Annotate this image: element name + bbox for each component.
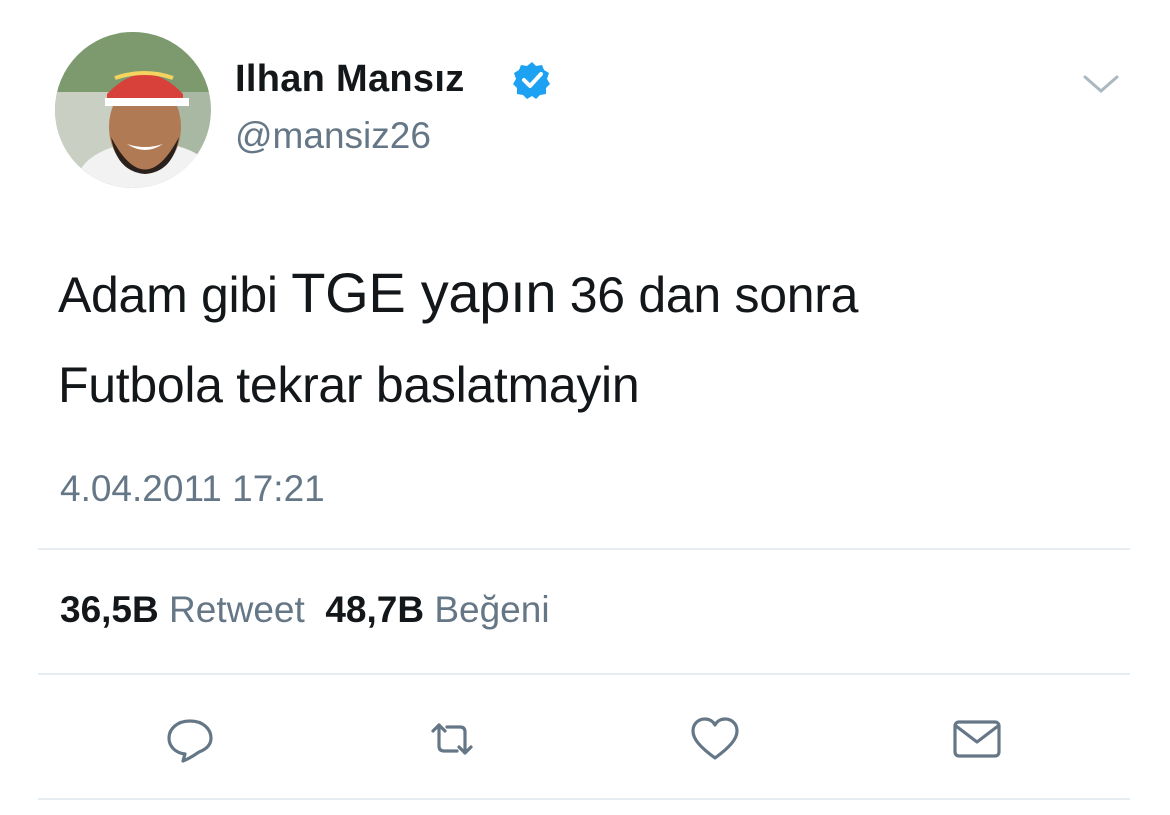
tweet-timestamp[interactable]: 4.04.2011 17:21 bbox=[60, 468, 325, 510]
divider bbox=[38, 673, 1130, 675]
like-icon[interactable] bbox=[688, 712, 742, 766]
retweet-label[interactable]: Retweet bbox=[169, 589, 305, 630]
like-count[interactable]: 48,7B bbox=[325, 589, 424, 630]
retweet-icon[interactable] bbox=[425, 712, 479, 766]
tweet-line-2: Futbola tekrar baslatmayin bbox=[58, 357, 640, 413]
divider bbox=[38, 798, 1130, 800]
verified-badge-icon bbox=[513, 62, 550, 99]
retweet-count[interactable]: 36,5B bbox=[60, 589, 159, 630]
message-icon[interactable] bbox=[950, 712, 1004, 766]
author-name[interactable]: Ilhan Mansız bbox=[235, 58, 465, 101]
tweet-text-part: 36 dan sonra bbox=[556, 267, 859, 323]
chevron-down-icon[interactable] bbox=[1082, 72, 1120, 96]
like-label[interactable]: Beğeni bbox=[434, 589, 549, 630]
tweet-stats: 36,5B Retweet 48,7B Beğeni bbox=[60, 589, 550, 631]
author-handle[interactable]: @mansiz26 bbox=[235, 115, 431, 157]
tweet-text-highlight: TGE yapın bbox=[291, 261, 557, 324]
tweet-text: Adam gibi TGE yapın 36 dan sonra Futbola… bbox=[58, 248, 1118, 430]
tweet-text-part: Adam gibi bbox=[58, 267, 292, 323]
avatar[interactable] bbox=[55, 32, 211, 188]
divider bbox=[38, 548, 1130, 550]
reply-icon[interactable] bbox=[163, 712, 217, 766]
tweet-line-1: Adam gibi TGE yapın 36 dan sonra bbox=[58, 248, 1118, 340]
